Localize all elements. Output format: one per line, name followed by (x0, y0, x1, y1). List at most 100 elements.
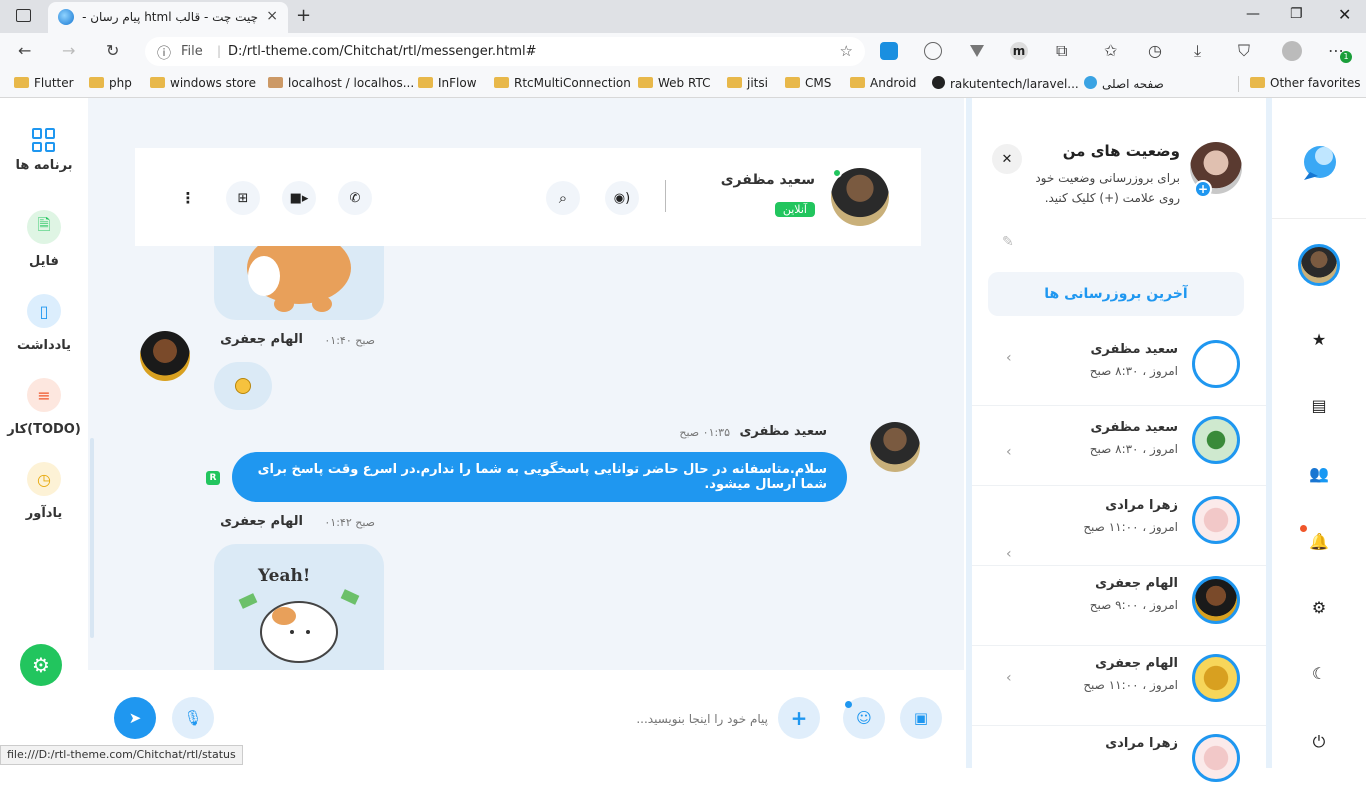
elham-avatar[interactable] (140, 331, 190, 381)
saeed-avatar[interactable] (870, 422, 920, 472)
search-button[interactable]: ⌕ (546, 181, 580, 215)
power-logout-icon[interactable]: ⏻ (1272, 732, 1366, 752)
status-item[interactable]: زهرا مرادی (972, 728, 1266, 806)
bookmark-localhost[interactable]: localhost / localhos... (268, 76, 414, 90)
status-ring-avatar (1192, 496, 1240, 544)
audio-call-wave-button[interactable]: ◉) (605, 181, 639, 215)
chitchat-logo-icon[interactable] (1300, 142, 1340, 182)
address-url[interactable]: D:/rtl-theme.com/Chitchat/rtl/messenger.… (228, 44, 537, 59)
bookmark-webrtc[interactable]: Web RTC (638, 76, 710, 90)
status-contact-name: زهرا مرادی (1105, 498, 1178, 513)
more-options-button[interactable]: ⋮ (171, 181, 205, 215)
sticker-message-yeah[interactable]: Yeah! (214, 544, 384, 670)
refresh-icon[interactable]: ↻ (106, 41, 119, 60)
status-item[interactable]: سعید مظفری امروز ، ۸:۳۰ صبح ‹ (972, 408, 1266, 486)
restore-icon[interactable]: ❐ (1290, 6, 1303, 22)
favorites-star-icon[interactable]: ★ (1272, 330, 1366, 349)
status-contact-name: سعید مظفری (1090, 420, 1178, 435)
window-close-icon[interactable]: ✕ (1338, 5, 1351, 24)
app-file[interactable]: 🗎 فایل (0, 210, 88, 269)
add-attachment-button[interactable]: + (778, 697, 820, 739)
tab-close-icon[interactable]: × (266, 8, 278, 24)
auto-reply-message[interactable]: سلام.متاسفانه در حال حاضر توانایی پاسخگو… (232, 452, 847, 502)
dark-mode-moon-icon[interactable]: ☾ (1272, 664, 1366, 683)
note-label: یادداشت (16, 338, 72, 353)
message-input[interactable] (388, 702, 768, 736)
tab-actions-icon[interactable] (16, 9, 31, 22)
app-todo[interactable]: ≡ کار(TODO) (0, 378, 88, 437)
send-button[interactable]: ➤ (114, 697, 156, 739)
new-tab-button[interactable]: + (296, 5, 311, 26)
vue-extension-icon[interactable] (968, 42, 986, 60)
bookmark-cms[interactable]: CMS (785, 76, 831, 90)
send-icon: ➤ (128, 709, 142, 727)
chevron-left-icon[interactable]: ‹ (1006, 350, 1012, 366)
bookmark-flutter[interactable]: Flutter (14, 76, 74, 90)
video-call-button[interactable]: ■▸ (282, 181, 316, 215)
bookmark-home[interactable]: صفحه اصلی (1084, 76, 1164, 91)
forward-arrow-icon[interactable]: → (62, 41, 75, 60)
address-bar[interactable]: ⓘ File | D:/rtl-theme.com/Chitchat/rtl/m… (145, 37, 865, 66)
status-ring-avatar (1192, 416, 1240, 464)
bookmark-inflow[interactable]: InFlow (418, 76, 477, 90)
browser-tab-active[interactable]: چیت چت - قالب html پیام رسان - × (48, 2, 288, 33)
recent-updates-tab[interactable]: آخرین بروزرسانی ها (988, 272, 1244, 316)
grid-view-button[interactable]: ⊞ (226, 181, 260, 215)
chevron-left-icon[interactable]: ‹ (1006, 444, 1012, 460)
document-icon[interactable]: ▤ (1272, 396, 1366, 415)
extensions-icon[interactable]: ⧉ (1056, 41, 1067, 61)
bookmark-rtcmulticonnection[interactable]: RtcMultiConnection (494, 76, 631, 90)
status-item[interactable]: سعید مظفری امروز ، ۸:۳۰ صبح ‹ (972, 328, 1266, 406)
read-status-badge: R (206, 471, 220, 485)
translate-extension-icon[interactable] (880, 42, 898, 60)
status-ring-avatar (1192, 654, 1240, 702)
apps-menu[interactable]: برنامه ها (0, 128, 88, 173)
favorites-icon[interactable]: ✩ (1104, 41, 1117, 60)
status-item[interactable]: الهام جعفری امروز ، ۱۱:۰۰ صبح ‹ (972, 648, 1266, 726)
users-icon[interactable]: 👥 (1272, 464, 1366, 483)
sticker-button[interactable]: ▣ (900, 697, 942, 739)
status-item[interactable]: زهرا مرادی امروز ، ۱۱:۰۰ صبح ‹ (972, 488, 1266, 566)
settings-fab-button[interactable]: ⚙ (20, 644, 62, 686)
edit-icon[interactable]: ✎ (1002, 234, 1014, 250)
chat-scrollbar[interactable] (90, 438, 94, 638)
bookmark-windows-store[interactable]: windows store (150, 76, 256, 90)
browser-essentials-icon[interactable]: ⛉ (1238, 41, 1250, 61)
status-item[interactable]: الهام جعفری امروز ، ۹:۰۰ صبح (972, 568, 1266, 646)
m-extension-icon[interactable]: m (1010, 42, 1028, 60)
bookmark-other-favorites[interactable]: Other favorites (1250, 76, 1361, 90)
emoji-indicator-dot (845, 701, 852, 708)
speaker-wave-icon: ◉) (613, 190, 631, 206)
site-info-icon[interactable]: ⓘ (157, 43, 171, 63)
app-reminder[interactable]: ◷ یادآور (0, 462, 88, 521)
history-icon[interactable]: ◷ (1148, 41, 1162, 60)
emoji-message[interactable] (214, 362, 272, 410)
address-separator: | (217, 44, 222, 58)
bookmark-rakutentech[interactable]: rakutentech/laravel... (932, 76, 1079, 91)
plus-icon: + (790, 706, 808, 730)
code-extension-icon[interactable] (924, 42, 942, 60)
bell-icon[interactable]: 🔔 (1272, 532, 1366, 551)
sticker-message-top[interactable] (214, 246, 384, 320)
voice-record-button[interactable]: 🎙 (172, 697, 214, 739)
bookmark-php[interactable]: php (89, 76, 132, 90)
minimize-icon[interactable]: — (1246, 6, 1260, 22)
pma-icon (268, 77, 283, 88)
downloads-icon[interactable]: ⤓ (1194, 41, 1201, 61)
back-arrow-icon[interactable]: ← (18, 41, 31, 60)
profile-avatar-icon[interactable] (1282, 41, 1302, 61)
bookmark-android[interactable]: Android (850, 76, 916, 90)
grid-icon: ⊞ (237, 190, 249, 206)
file-icon: 🗎 (27, 210, 61, 244)
profile-avatar[interactable] (1298, 244, 1340, 286)
close-status-button[interactable]: ✕ (992, 144, 1022, 174)
call-button[interactable]: ✆ (338, 181, 372, 215)
settings-gear-icon[interactable]: ⚙ (1272, 598, 1366, 617)
add-favorite-icon[interactable]: ☆ (840, 42, 853, 60)
smiley-emoji-icon (235, 378, 251, 394)
app-note[interactable]: ▯ یادداشت (0, 294, 88, 353)
chevron-left-icon[interactable]: ‹ (1006, 546, 1012, 562)
chevron-left-icon[interactable]: ‹ (1006, 670, 1012, 686)
bookmark-jitsi[interactable]: jitsi (727, 76, 768, 90)
add-status-plus-icon[interactable]: + (1194, 180, 1212, 198)
